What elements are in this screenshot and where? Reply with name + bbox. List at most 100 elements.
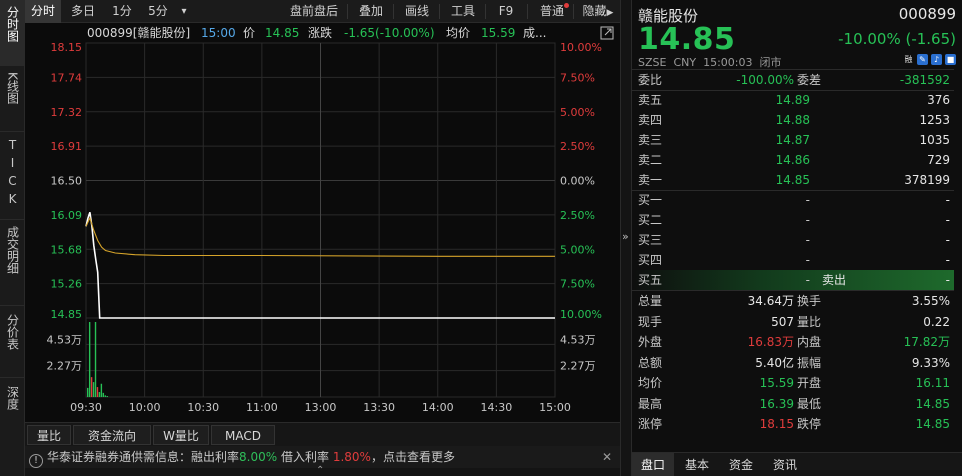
tab-quote[interactable]: 盘口 [632,453,674,476]
volume-bar [98,392,101,397]
ask-price: 14.87 [775,133,810,147]
exchange: SZSE [638,56,667,69]
tab-multiday[interactable]: 多日 [63,0,103,23]
vtab-trades[interactable]: 成交明细 [0,220,24,306]
stat-label: 总额 [638,355,663,370]
divider [439,4,440,19]
margin-icon[interactable]: 融 [903,54,914,65]
notice-mid: 借入利率 [280,450,329,464]
f9-button[interactable]: F9 [491,0,521,23]
intraday-chart-svg[interactable]: 18.15 17.74 17.32 16.91 16.50 16.09 15.68 15.26… [25,23,620,422]
vtab-depth[interactable]: 深度 [0,378,24,438]
time-tick-label: 11:00 [246,401,278,414]
panel-splitter[interactable]: » [620,0,632,476]
diff-label: 委差 [797,73,822,87]
bid-row[interactable]: 买二 - - [632,210,954,230]
tab-volume[interactable]: 量比 [27,425,71,445]
vtab-tick-label: TICK [5,138,20,210]
vtab-kline[interactable]: K线图 [0,66,24,132]
market-status: 闭市 [759,56,782,69]
vtab-price-table[interactable]: 分价表 [0,306,24,378]
intraday-chart[interactable]: 18.15 17.74 17.32 16.91 16.50 16.09 15.68 15.26… [25,23,620,422]
expand-strip[interactable]: ⌃ [25,465,620,476]
stat-label: 最高 [638,396,663,411]
ask-volume: 1253 [919,113,950,127]
tab-news[interactable]: 资讯 [764,453,806,476]
price-tick-label: 15.68 [51,243,83,256]
stat-label: 量比 [797,314,822,329]
stats-row: 最高 16.39 最低 14.85 [632,394,954,414]
bid-row[interactable]: 买四 - - [632,250,954,270]
time-tick-label: 10:00 [129,401,161,414]
vtab-intraday-label: 分时图 [5,6,20,42]
ratio-value: -100.00% [736,73,794,87]
quote-panel: 赣能股份 000899 14.85 -10.00% (-1.65) SZSE C… [632,0,962,476]
divider [485,4,486,19]
tab-w-volume[interactable]: W量比 [153,425,209,445]
prepost-button[interactable]: 盘前盘后 [283,0,345,23]
tab-capital-flow[interactable]: 资金流向 [73,425,151,445]
ask-row[interactable]: 卖一 14.85 378199 [632,170,954,190]
hide-label: 隐藏 [582,4,607,18]
ask-row[interactable]: 卖四 14.88 1253 [632,110,954,130]
lock-icon[interactable]: ■ [945,54,956,65]
bid-label: 买三 [638,233,663,247]
tab-capital[interactable]: 资金 [720,453,762,476]
pencil-icon[interactable]: ✎ [917,54,928,65]
bid-row[interactable]: 买一 - - [632,190,954,210]
bid-volume: - [945,273,950,287]
bid-row[interactable]: 买五 - 卖出 - [632,270,954,290]
overlay-button[interactable]: 叠加 [351,0,391,23]
stat-label: 涨停 [638,417,663,431]
tab-intraday[interactable]: 分时 [25,0,61,23]
volume-bar [102,392,105,397]
notice-prefix: 华泰证券融券通供需信息：融出利率 [47,450,240,464]
bell-icon[interactable]: ♪ [931,54,942,65]
bid-label: 买一 [638,193,663,207]
diff-value: -381592 [899,73,950,87]
stat-value: 16.83万 [747,335,794,349]
ask-label: 卖五 [638,93,663,107]
chart-header-price-label: 价 [243,26,255,40]
time-tick-label: 10:30 [187,401,219,414]
price-tick-label: 14.85 [51,308,83,321]
bid-price: - [805,253,810,267]
chart-grid [85,42,556,398]
period-more-dropdown[interactable]: ▾ [177,0,191,23]
stat-label: 总量 [638,294,663,308]
percent-tick-label: 0.00% [560,175,595,188]
stat-label: 最低 [797,396,822,411]
normal-mode-button[interactable]: 普通 [533,0,571,23]
tools-button[interactable]: 工具 [443,0,483,23]
price-tick-label: 16.91 [51,140,83,153]
bid-volume: - [945,253,950,267]
volume-bar [106,396,108,397]
tab-macd[interactable]: MACD [211,425,275,445]
notice-suffix: ，点击查看更多 [370,450,455,464]
volume-bar [92,382,95,397]
volume-tick-label: 4.53万 [47,333,83,346]
popout-icon[interactable] [600,26,614,40]
price-tick-label: 16.09 [51,209,83,222]
vtab-trades-label: 成交明细 [5,226,20,274]
tab-1min[interactable]: 1分 [107,0,137,23]
ask-row[interactable]: 卖五 14.89 376 [632,90,954,110]
tab-basic[interactable]: 基本 [676,453,718,476]
close-icon[interactable]: ✕ [602,446,612,468]
stats-row: 总额 5.40亿 振幅 9.33% [632,353,954,373]
volume-bar [96,387,99,397]
vtab-tick[interactable]: TICK [0,132,24,220]
ask-row[interactable]: 卖三 14.87 1035 [632,130,954,150]
bid-row[interactable]: 买三 - - [632,230,954,250]
chart-header-time: 15:00 [201,26,236,40]
tab-5min[interactable]: 5分 [141,0,175,23]
hide-button[interactable]: 隐藏▶ [577,0,619,23]
ask-row[interactable]: 卖二 14.86 729 [632,150,954,170]
quote-icons: 融 ✎ ♪ ■ [900,54,956,65]
draw-line-button[interactable]: 画线 [397,0,437,23]
time-axis-labels: 09:30 10:00 10:30 11:00 13:00 13:30 14:00 14:30… [70,401,571,414]
chevron-up-icon: ⌃ [316,465,325,476]
collapse-right-icon[interactable]: » [622,230,629,243]
chart-header-more: 成... [523,26,546,40]
vtab-intraday[interactable]: 分时图 [0,0,24,66]
